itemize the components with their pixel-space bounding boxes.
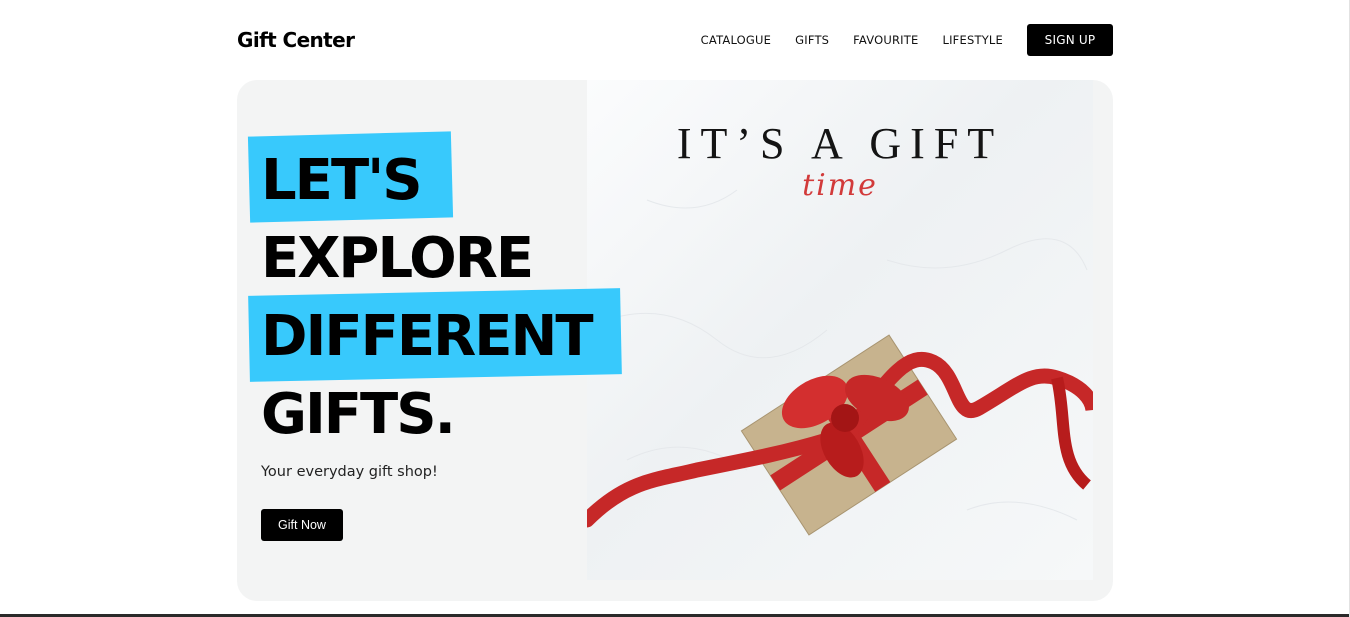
nav-catalogue[interactable]: CATALOGUE [701, 33, 771, 47]
headline-line-2: EXPLORE [261, 220, 592, 298]
headline-text: DIFFERENT [261, 304, 594, 369]
brand-logo[interactable]: Gift Center [237, 27, 355, 53]
hero-headline: LET'S EXPLORE DIFFERENT GIFTS. [247, 131, 622, 454]
main-nav: CATALOGUE GIFTS FAVOURITE LIFESTYLE SIGN… [701, 24, 1113, 56]
headline-text: EXPLORE [261, 226, 534, 291]
hero-gift-image: IT’S A GIFT time [587, 80, 1093, 580]
nav-gifts[interactable]: GIFTS [795, 33, 829, 47]
headline-line-4: GIFTS. [261, 376, 592, 454]
headline-text: LET'S [261, 148, 423, 213]
hero-tagline: Your everyday gift shop! [261, 464, 438, 480]
gift-now-button[interactable]: Gift Now [261, 509, 343, 541]
nav-favourite[interactable]: FAVOURITE [853, 33, 918, 47]
hero-section: LET'S EXPLORE DIFFERENT GIFTS. Your ever… [237, 80, 1113, 601]
headline-text: GIFTS. [261, 382, 456, 447]
site-header: Gift Center CATALOGUE GIFTS FAVOURITE LI… [237, 24, 1113, 56]
signup-button[interactable]: SIGN UP [1027, 24, 1113, 56]
photo-title-text: IT’S A GIFT [676, 119, 1004, 168]
nav-lifestyle[interactable]: LIFESTYLE [942, 33, 1003, 47]
headline-line-3: DIFFERENT [248, 288, 622, 382]
headline-line-1: LET'S [247, 131, 592, 223]
photo-script-text: time [802, 168, 878, 203]
